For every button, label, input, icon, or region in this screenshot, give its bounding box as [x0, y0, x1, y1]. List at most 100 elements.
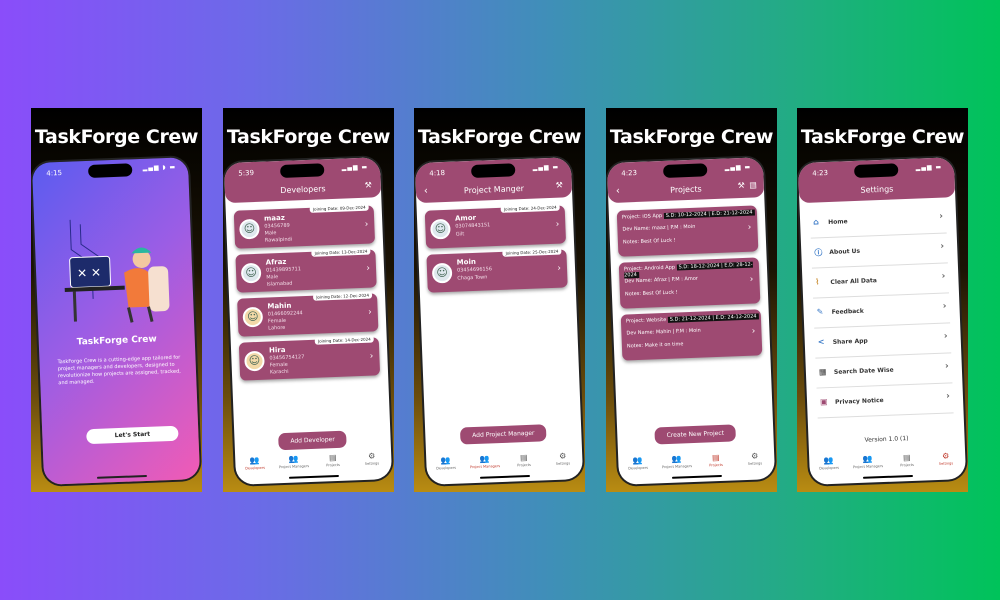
- tab-project-managers[interactable]: 👥 Project Managers: [274, 454, 314, 475]
- panel-title: TaskForge Crew: [609, 126, 774, 148]
- project-card[interactable]: Project: Website S.D: 21-12-2024 | E.D: …: [620, 309, 763, 361]
- project-card[interactable]: Project: Android App S.D: 18-12-2024 | E…: [618, 257, 761, 309]
- developers-screen: 5:39 ▂▄▆ ▬ Developers ⚒ ☺ Joining Date: 09…: [223, 157, 393, 485]
- tab-projects[interactable]: ▤ Projects: [313, 452, 353, 473]
- tab-settings[interactable]: ⚙ Settings: [352, 451, 392, 472]
- tab-projects[interactable]: ▤ Projects: [504, 452, 544, 473]
- tab-developers[interactable]: 👥 Developers: [809, 455, 849, 476]
- tab-settings[interactable]: ⚙ Settings: [926, 451, 966, 472]
- header: 4:23 ▂▄▆ ▬ ‹ Projects ⚒ ▤: [606, 157, 765, 204]
- settings-screen: 4:23 ▂▄▆ ▬ Settings ⌂ Home › ⓘ About Us › ⌇ Cl…: [797, 157, 967, 485]
- add-developer-button[interactable]: Add Developer: [278, 430, 348, 451]
- tab-projects[interactable]: ▤ Projects: [887, 452, 927, 473]
- project-card[interactable]: Project: iOS App S.D: 10-12-2024 | E.D: …: [616, 205, 759, 257]
- manager-card[interactable]: ☺ Joining Date: 25-Dec-2024 Moin 0345469615…: [426, 247, 568, 293]
- home-indicator: [479, 474, 531, 479]
- chevron-right-icon: ›: [941, 271, 946, 282]
- tools-icon[interactable]: ⚒: [364, 180, 372, 189]
- developer-card[interactable]: ☺ Joining Date: 13-Dec-2024 Afraz 014398957…: [235, 247, 377, 293]
- onboarding-screen: 4:15 ▂▄▆ ◗ ▬ ✕ ✕ TaskForge Crew TaskForge…: [31, 157, 201, 485]
- chevron-right-icon: ›: [944, 361, 949, 372]
- chevron-right-icon: ›: [364, 219, 369, 230]
- chevron-right-icon: ›: [946, 391, 951, 402]
- project-managers-panel: TaskForge Crew 4:18 ▂▄▆ ▬ ‹ Project Mange…: [414, 108, 585, 492]
- page-title: Settings: [860, 184, 894, 195]
- page-title: Project Manger: [463, 183, 525, 196]
- chevron-right-icon: ›: [557, 263, 562, 274]
- broom-icon: ⌇: [815, 277, 820, 287]
- add-project-manager-button[interactable]: Add Project Manager: [459, 424, 547, 445]
- home-icon: ⌂: [812, 217, 820, 227]
- panel-title: TaskForge Crew: [800, 126, 965, 148]
- chevron-right-icon: ›: [747, 222, 752, 233]
- status-bar: 4:15 ▂▄▆ ◗ ▬: [46, 163, 177, 178]
- manager-card[interactable]: ☺ Joining Date: 24-Dec-2024 Amor 0307484315…: [424, 203, 567, 249]
- tools-icon[interactable]: ⚒: [737, 181, 745, 190]
- avatar: ☺: [431, 262, 453, 284]
- chevron-right-icon: ›: [943, 331, 948, 342]
- developer-card[interactable]: ☺ Joining Date: 12-Dec-2024 Mahin 014660922…: [237, 291, 379, 337]
- chevron-right-icon: ›: [751, 326, 756, 337]
- page-title: Developers: [280, 184, 326, 195]
- header: 5:39 ▂▄▆ ▬ Developers ⚒: [223, 157, 382, 204]
- version-label: Version 1.0 (1): [864, 435, 909, 444]
- tab-project-managers[interactable]: 👥 Project Managers: [848, 454, 888, 475]
- avatar: ☺: [239, 218, 260, 240]
- svg-text:✕ ✕: ✕ ✕: [77, 266, 101, 281]
- home-indicator: [288, 474, 340, 479]
- home-indicator: [671, 474, 723, 479]
- chevron-right-icon: ›: [366, 263, 371, 274]
- onboarding-description: TaskForge Crew is a cutting-edge app tai…: [57, 354, 181, 387]
- settings-item-privacy-notice[interactable]: ▣ Privacy Notice ›: [816, 383, 954, 419]
- chevron-right-icon: ›: [369, 351, 374, 362]
- project-managers-screen: 4:18 ▂▄▆ ▬ ‹ Project Manger ⚒ ☺ Joining Da…: [414, 157, 584, 485]
- create-new-project-button[interactable]: Create New Project: [654, 424, 737, 445]
- lets-start-button[interactable]: Let's Start: [86, 425, 179, 445]
- tab-bar: 👥 Developers 👥 Project Managers ▤ Projects …: [235, 451, 392, 477]
- share-icon: <: [817, 337, 825, 347]
- panel-title: TaskForge Crew: [417, 126, 582, 148]
- tab-bar: 👥 Developers 👥 Project Managers ▤ Projects …: [809, 451, 966, 477]
- home-indicator: [862, 474, 914, 479]
- chevron-right-icon: ›: [939, 211, 944, 222]
- chevron-right-icon: ›: [555, 219, 560, 230]
- privacy-icon: ▣: [819, 397, 828, 407]
- document-icon[interactable]: ▤: [749, 180, 757, 189]
- calendar-icon: ▦: [818, 367, 827, 377]
- chevron-right-icon: ›: [942, 301, 947, 312]
- tab-project-managers[interactable]: 👥 Project Managers: [657, 454, 697, 475]
- tab-bar: 👥 Developers 👥 Project Managers ▤ Projects …: [618, 451, 775, 477]
- developers-panel: TaskForge Crew 5:39 ▂▄▆ ▬ Developers ⚒ ☺ J…: [223, 108, 394, 492]
- tab-project-managers[interactable]: 👥 Project Managers: [465, 454, 505, 475]
- chevron-right-icon: ›: [367, 307, 372, 318]
- home-indicator: [96, 474, 148, 479]
- tab-developers[interactable]: 👥 Developers: [426, 455, 466, 476]
- tab-developers[interactable]: 👥 Developers: [618, 455, 658, 476]
- projects-panel: TaskForge Crew 4:23 ▂▄▆ ▬ ‹ Projects ⚒ ▤ …: [606, 108, 777, 492]
- chevron-right-icon: ›: [749, 274, 754, 285]
- avatar: ☺: [244, 350, 265, 372]
- onboarding-title: TaskForge Crew: [76, 334, 157, 348]
- projects-screen: 4:23 ▂▄▆ ▬ ‹ Projects ⚒ ▤ Project: iOS Ap…: [606, 157, 776, 485]
- tools-icon[interactable]: ⚒: [555, 180, 563, 189]
- tab-settings[interactable]: ⚙ Settings: [543, 451, 583, 472]
- info-icon: ⓘ: [814, 248, 823, 258]
- tab-bar: 👥 Developers 👥 Project Managers ▤ Projects …: [426, 451, 583, 477]
- developer-illustration: ✕ ✕: [64, 219, 170, 323]
- onboarding-panel: TaskForge Crew 4:15 ▂▄▆ ◗ ▬ ✕ ✕ TaskForge…: [31, 108, 202, 492]
- tab-projects[interactable]: ▤ Projects: [696, 452, 736, 473]
- chevron-right-icon: ›: [940, 241, 945, 252]
- settings-panel: TaskForge Crew 4:23 ▂▄▆ ▬ Settings ⌂ Home ›…: [797, 108, 968, 492]
- developer-card[interactable]: ☺ Joining Date: 09-Dec-2024 maaz 03456789 Ma…: [233, 203, 376, 249]
- feedback-icon: ✎: [816, 307, 824, 317]
- header: 4:18 ▂▄▆ ▬ ‹ Project Manger ⚒: [414, 157, 573, 204]
- header: 4:23 ▂▄▆ ▬ Settings: [797, 157, 956, 204]
- tab-developers[interactable]: 👥 Developers: [235, 455, 275, 476]
- avatar: ☺: [240, 262, 262, 284]
- panel-title: TaskForge Crew: [226, 126, 391, 148]
- panel-title: TaskForge Crew: [34, 126, 199, 148]
- developer-card[interactable]: ☺ Joining Date: 14-Dec-2024 Hira 0345675412…: [238, 335, 381, 381]
- tab-settings[interactable]: ⚙ Settings: [735, 451, 775, 472]
- avatar: ☺: [242, 306, 264, 328]
- avatar: ☺: [430, 218, 451, 240]
